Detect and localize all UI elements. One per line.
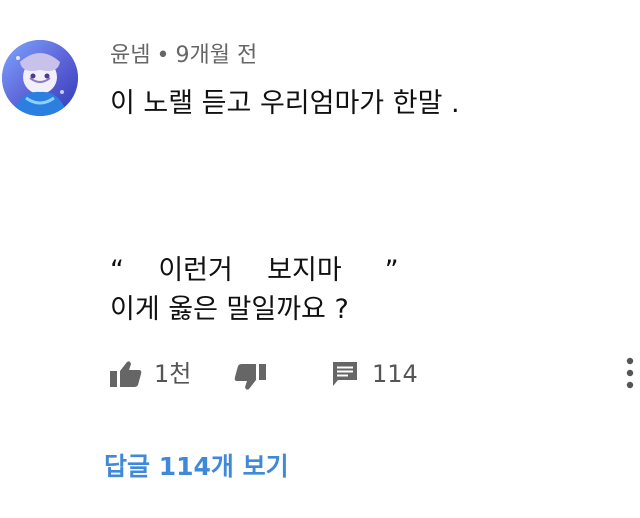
comment-text-line-2: “ 이런거 보지마 ”	[110, 255, 399, 286]
comment-text-line-3: 이게 옳은 말일까요 ?	[110, 294, 349, 325]
view-replies-link[interactable]: 답글 114개 보기	[104, 451, 289, 483]
more-vert-icon[interactable]	[624, 356, 636, 390]
avatar-illustration	[2, 40, 78, 116]
thumbs-up-icon[interactable]	[110, 360, 142, 388]
author-name[interactable]: 윤넴	[110, 43, 150, 68]
comment-icon[interactable]	[332, 361, 358, 387]
like-count: 1천	[154, 360, 192, 388]
thumbs-down-icon[interactable]	[234, 363, 266, 391]
comment-card: 윤넴 • 9개월 전 이 노랠 듣고 우리엄마가 한말 . “ 이런거 보지마 ” …	[0, 0, 640, 518]
comment-actions: 1천 114	[110, 354, 630, 394]
comment-text-line-1: 이 노랠 듣고 우리엄마가 한말 .	[110, 88, 460, 119]
meta-separator: •	[156, 43, 170, 68]
comment-timestamp: 9개월 전	[175, 43, 258, 68]
reply-count: 114	[372, 360, 418, 388]
comment-meta: 윤넴 • 9개월 전	[110, 43, 257, 69]
avatar[interactable]	[2, 40, 78, 116]
